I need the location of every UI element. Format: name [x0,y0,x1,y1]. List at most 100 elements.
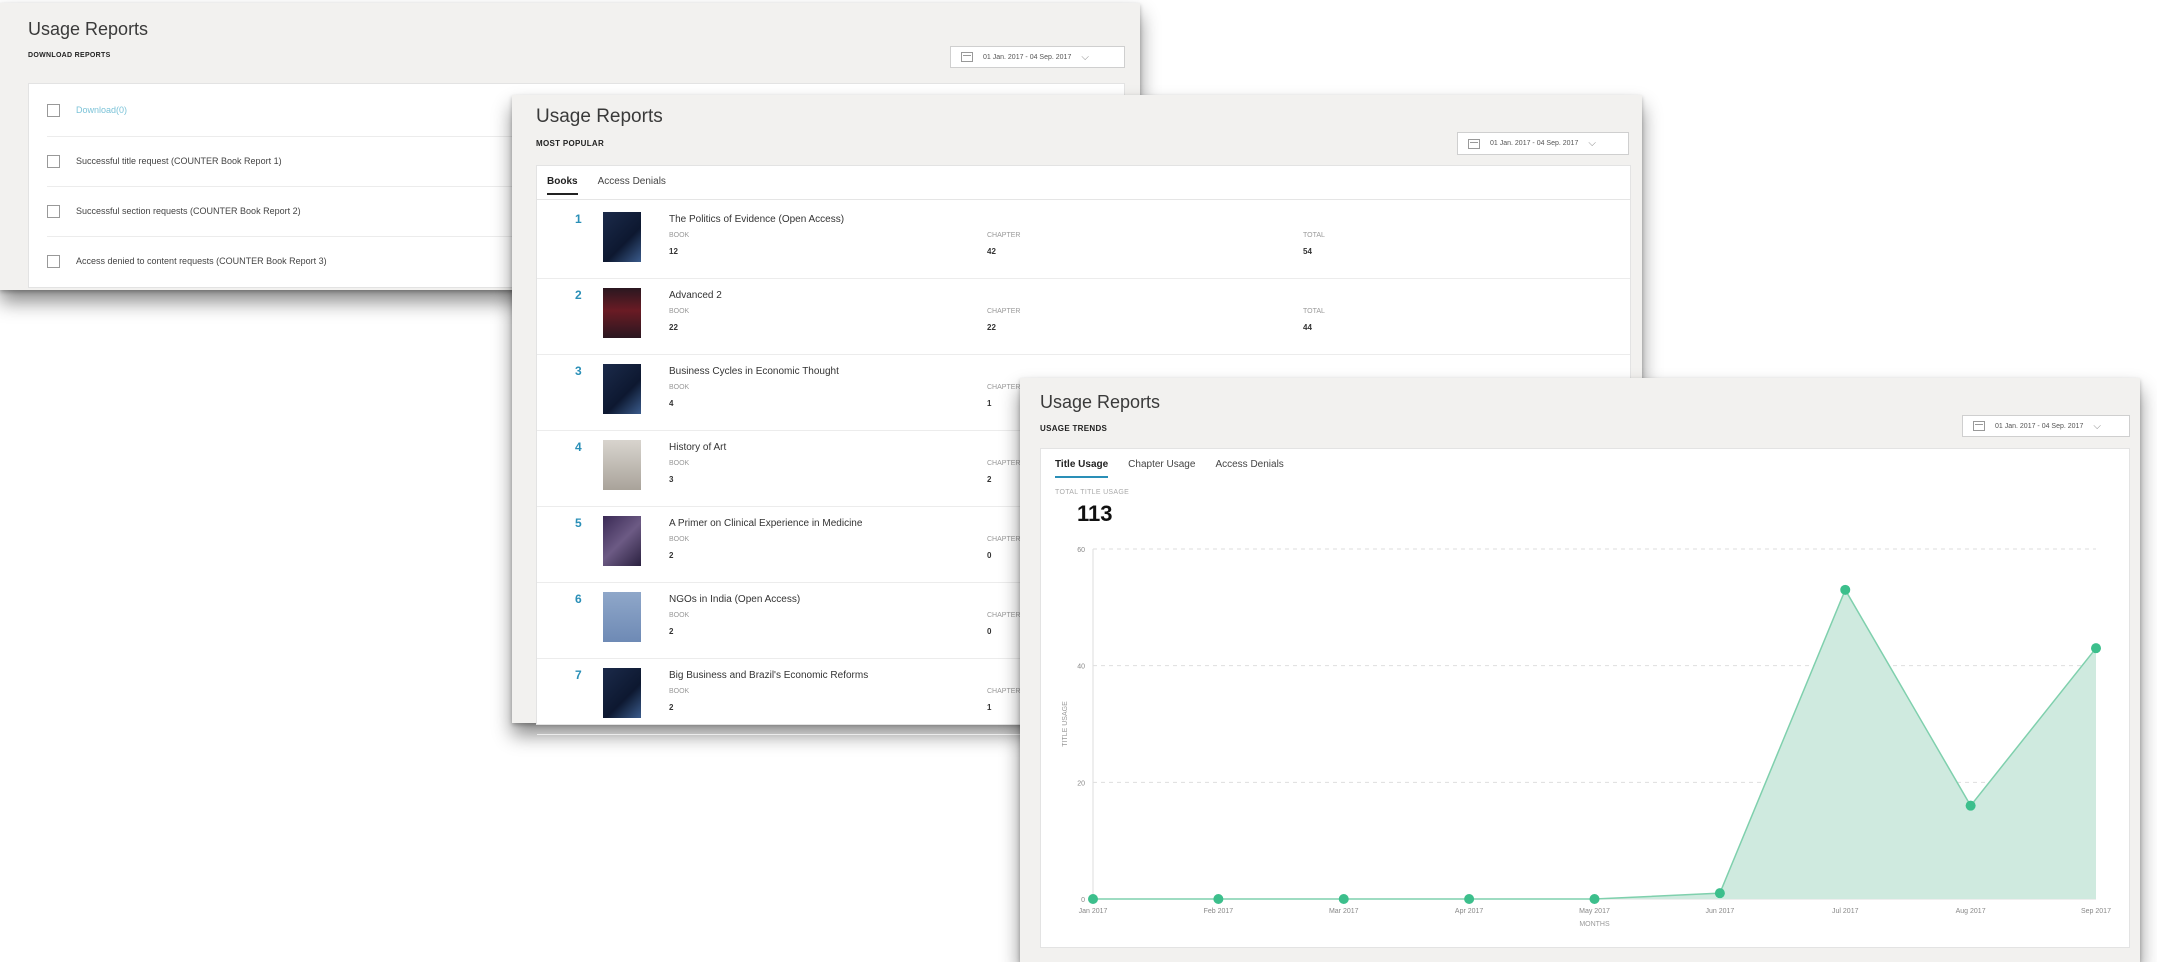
total-count-value: 54 [1303,247,1312,256]
total-usage-label: TOTAL TITLE USAGE [1055,489,1130,496]
book-title[interactable]: Advanced 2 [669,290,722,301]
date-range-text: 01 Jan. 2017 - 04 Sep. 2017 [1490,140,1579,147]
book-count-label: BOOK [669,460,690,467]
book-count-label: BOOK [669,612,690,619]
chevron-down-icon: ⌵ [1588,138,1596,149]
date-range-select[interactable]: 01 Jan. 2017 - 04 Sep. 2017 ⌵ [1457,132,1629,155]
book-count-label: BOOK [669,688,690,695]
book-count-value: 22 [669,323,678,332]
checkbox[interactable] [47,154,60,168]
usage-trends-panel: Usage Reports USAGE TRENDS 01 Jan. 2017 … [1020,378,2140,962]
tab-title-usage[interactable]: Title Usage [1055,459,1109,478]
section-label: USAGE TRENDS [1040,424,1108,433]
book-cover-image [603,668,641,718]
panel-title: Usage Reports [536,106,663,127]
book-rank: 4 [575,440,582,454]
book-cover-image [603,516,641,566]
chapter-count-value: 1 [987,399,992,408]
book-cover-image [603,212,641,262]
x-tick-label: May 2017 [1579,908,1610,915]
chapter-count-value: 0 [987,627,992,636]
chapter-count-label: CHAPTER [987,308,1021,315]
y-tick-label: 0 [1081,897,1085,904]
x-tick-label: Aug 2017 [1956,908,1986,915]
total-count-value: 44 [1303,323,1312,332]
panel-title: Usage Reports [28,19,149,39]
y-axis-title: TITLE USAGE [1062,701,1069,747]
x-axis-title: MONTHS [1579,921,1610,928]
book-title[interactable]: The Politics of Evidence (Open Access) [669,214,844,225]
chapter-count-label: CHAPTER [987,460,1021,467]
date-range-select[interactable]: 01 Jan. 2017 - 04 Sep. 2017 ⌵ [1962,415,2130,437]
tab-access-denials[interactable]: Access Denials [598,176,666,195]
book-row[interactable]: 2 Advanced 2 BOOK 22 CHAPTER 22 TOTAL 44 [537,278,1630,355]
book-count-value: 2 [669,551,674,560]
calendar-icon [961,52,973,62]
data-point [2091,643,2101,654]
book-title[interactable]: A Primer on Clinical Experience in Medic… [669,518,862,529]
popular-tabs: Books Access Denials [547,176,666,195]
chevron-down-icon: ⌵ [2093,420,2101,432]
chapter-count-value: 42 [987,247,996,256]
tabs-divider [537,199,1630,200]
report-label: Successful title request (COUNTER Book R… [76,156,282,166]
data-point [1589,894,1600,904]
chapter-count-value: 2 [987,475,992,484]
date-range-select[interactable]: 01 Jan. 2017 - 04 Sep. 2017 ⌵ [950,46,1125,68]
book-cover-image [603,592,641,642]
checkbox[interactable] [47,204,60,218]
x-tick-label: Sep 2017 [2081,908,2111,915]
tab-books[interactable]: Books [547,176,578,195]
book-count-value: 3 [669,475,674,484]
x-tick-label: Jan 2017 [1079,908,1108,915]
report-label: Successful section requests (COUNTER Boo… [76,206,301,216]
total-usage-value: 113 [1077,501,1113,526]
book-count-label: BOOK [669,232,690,239]
download-link[interactable]: Download(0) [76,105,127,115]
chapter-count-label: CHAPTER [987,384,1021,391]
book-count-label: BOOK [669,308,690,315]
data-point [1213,894,1224,904]
panel-title: Usage Reports [1040,392,1161,412]
tab-chapter-usage[interactable]: Chapter Usage [1128,459,1195,478]
chapter-count-label: CHAPTER [987,536,1021,543]
trends-tabs: Title Usage Chapter Usage Access Denials [1055,459,1284,478]
book-row[interactable]: 1 The Politics of Evidence (Open Access)… [537,202,1630,279]
chapter-count-value: 0 [987,551,992,560]
calendar-icon [1468,138,1480,149]
date-range-text: 01 Jan. 2017 - 04 Sep. 2017 [1995,422,2084,430]
book-count-value: 2 [669,627,674,636]
book-rank: 2 [575,288,582,302]
x-tick-label: Apr 2017 [1455,908,1484,915]
calendar-icon [1973,421,1985,431]
x-tick-label: Feb 2017 [1204,908,1234,915]
data-point [1840,584,1851,595]
chapter-count-label: CHAPTER [987,612,1021,619]
book-count-label: BOOK [669,384,690,391]
report-label: Access denied to content requests (COUNT… [76,256,327,266]
total-count-label: TOTAL [1303,308,1325,315]
data-point [1338,894,1349,904]
book-title[interactable]: Big Business and Brazil's Economic Refor… [669,670,868,681]
book-rank: 1 [575,212,582,226]
book-title[interactable]: NGOs in India (Open Access) [669,594,800,605]
y-tick-label: 60 [1077,547,1085,554]
tab-access-denials[interactable]: Access Denials [1215,459,1283,478]
data-point [1088,894,1098,904]
book-count-value: 4 [669,399,674,408]
trends-card: Title Usage Chapter Usage Access Denials… [1040,448,2130,948]
x-tick-label: Mar 2017 [1329,908,1359,915]
book-count-value: 12 [669,247,678,256]
book-count-value: 2 [669,703,674,712]
book-title[interactable]: History of Art [669,442,726,453]
area-fill [1093,589,2096,899]
chapter-count-label: CHAPTER [987,688,1021,695]
book-title[interactable]: Business Cycles in Economic Thought [669,366,839,377]
checkbox[interactable] [47,103,60,117]
chevron-down-icon: ⌵ [1081,51,1089,63]
y-tick-label: 40 [1077,664,1085,671]
chapter-count-value: 1 [987,703,992,712]
section-label: DOWNLOAD REPORTS [28,52,111,59]
section-label: MOST POPULAR [536,139,605,148]
checkbox[interactable] [47,254,60,268]
